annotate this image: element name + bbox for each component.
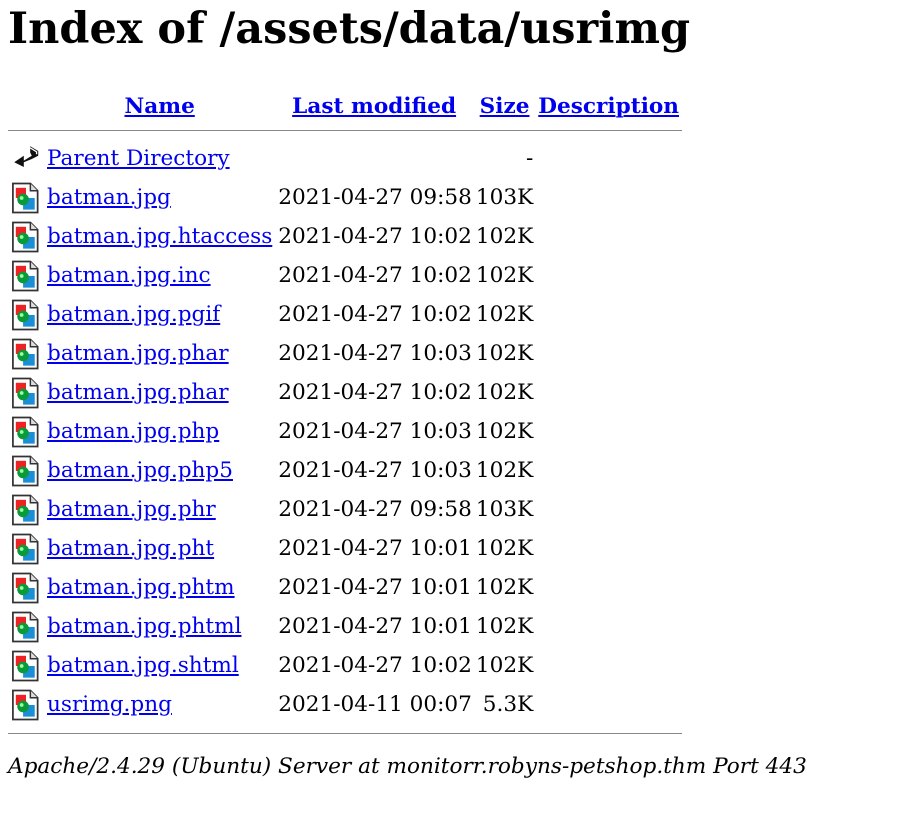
image-file-icon — [11, 689, 43, 721]
image-file-icon — [11, 338, 43, 370]
last-modified: 2021-04-27 10:03 — [278, 458, 472, 483]
sort-by-size-link[interactable]: Size — [480, 94, 530, 119]
last-modified: 2021-04-27 10:02 — [278, 380, 472, 405]
file-row: batman.jpg.phar 2021-04-27 10:03 102K — [8, 334, 682, 373]
last-modified: 2021-04-27 10:01 — [278, 614, 472, 639]
file-row: batman.jpg.inc 2021-04-27 10:02 102K — [8, 256, 682, 295]
file-link[interactable]: batman.jpg.php5 — [47, 458, 233, 483]
image-file-icon — [11, 572, 43, 604]
file-description — [535, 295, 682, 334]
image-file-icon — [11, 455, 43, 487]
last-modified: 2021-04-11 00:07 — [278, 692, 472, 717]
file-row: batman.jpg.phar 2021-04-27 10:02 102K — [8, 373, 682, 412]
parent-directory-row: Parent Directory - — [8, 139, 682, 178]
file-size: 102K — [475, 614, 534, 639]
last-modified: 2021-04-27 10:02 — [278, 263, 472, 288]
file-link[interactable]: batman.jpg.phar — [47, 380, 229, 405]
file-row: batman.jpg.phtm 2021-04-27 10:01 102K — [8, 568, 682, 607]
image-file-icon — [11, 260, 43, 292]
last-modified: 2021-04-27 09:58 — [278, 497, 472, 522]
file-size: 102K — [475, 302, 534, 327]
sort-by-name-link[interactable]: Name — [124, 94, 194, 119]
image-file-icon — [11, 494, 43, 526]
file-description — [535, 256, 682, 295]
file-row: batman.jpg.php 2021-04-27 10:03 102K — [8, 412, 682, 451]
file-link[interactable]: usrimg.png — [47, 692, 172, 717]
file-row: batman.jpg.pht 2021-04-27 10:01 102K — [8, 529, 682, 568]
image-file-icon — [11, 533, 43, 565]
file-row: usrimg.png 2021-04-11 00:07 5.3K — [8, 685, 682, 724]
file-size: 102K — [475, 458, 534, 483]
file-row: batman.jpg.htaccess 2021-04-27 10:02 102K — [8, 217, 682, 256]
divider — [8, 732, 682, 734]
last-modified: 2021-04-27 10:02 — [278, 224, 472, 249]
file-size: 102K — [475, 380, 534, 405]
last-modified: 2021-04-27 10:03 — [278, 341, 472, 366]
file-description — [535, 607, 682, 646]
last-modified: 2021-04-27 10:02 — [278, 302, 472, 327]
image-file-icon — [11, 377, 43, 409]
file-size: 102K — [475, 575, 534, 600]
server-signature: Apache/2.4.29 (Ubuntu) Server at monitor… — [8, 754, 807, 779]
last-modified: 2021-04-27 10:01 — [278, 575, 472, 600]
last-modified: 2021-04-27 10:03 — [278, 419, 472, 444]
file-description — [535, 685, 682, 724]
file-size: - — [525, 146, 534, 171]
file-link[interactable]: batman.jpg.phar — [47, 341, 229, 366]
file-description — [535, 217, 682, 256]
file-link[interactable]: batman.jpg.phtm — [47, 575, 235, 600]
divider — [8, 129, 682, 131]
file-description — [535, 451, 682, 490]
file-link[interactable]: batman.jpg.phtml — [47, 614, 242, 639]
image-file-icon — [11, 416, 43, 448]
file-link[interactable]: batman.jpg.pht — [47, 536, 214, 561]
image-file-icon — [11, 299, 43, 331]
image-file-icon — [11, 611, 43, 643]
file-link[interactable]: batman.jpg.htaccess — [47, 224, 272, 249]
file-description — [535, 334, 682, 373]
image-file-icon — [11, 221, 43, 253]
file-link[interactable]: batman.jpg.pgif — [47, 302, 220, 327]
file-row: batman.jpg.phtml 2021-04-27 10:01 102K — [8, 607, 682, 646]
file-size: 102K — [475, 419, 534, 444]
parent-directory-link[interactable]: Parent Directory — [47, 146, 230, 171]
file-description — [535, 412, 682, 451]
image-file-icon — [11, 650, 43, 682]
file-link[interactable]: batman.jpg — [47, 185, 171, 210]
file-description — [535, 373, 682, 412]
file-description — [535, 646, 682, 685]
file-size: 103K — [475, 185, 534, 210]
file-description — [535, 529, 682, 568]
file-size: 102K — [475, 263, 534, 288]
file-size: 102K — [475, 224, 534, 249]
file-row: batman.jpg.pgif 2021-04-27 10:02 102K — [8, 295, 682, 334]
icon-header — [8, 91, 45, 121]
header-row: Name Last modified Size Description — [8, 91, 682, 121]
file-link[interactable]: batman.jpg.inc — [47, 263, 211, 288]
sort-by-last-modified-link[interactable]: Last modified — [292, 94, 456, 119]
file-row: batman.jpg.shtml 2021-04-27 10:02 102K — [8, 646, 682, 685]
back-arrow-icon — [11, 143, 43, 175]
sort-by-description-link[interactable]: Description — [538, 94, 679, 119]
last-modified: 2021-04-27 10:01 — [278, 536, 472, 561]
last-modified: 2021-04-27 10:02 — [278, 653, 472, 678]
file-size: 102K — [475, 653, 534, 678]
file-size: 103K — [475, 497, 534, 522]
directory-listing: Name Last modified Size Description Pare… — [8, 91, 682, 742]
file-link[interactable]: batman.jpg.php — [47, 419, 219, 444]
file-size: 102K — [475, 341, 534, 366]
file-description — [535, 490, 682, 529]
file-row: batman.jpg.php5 2021-04-27 10:03 102K — [8, 451, 682, 490]
file-description — [535, 568, 682, 607]
last-modified: 2021-04-27 09:58 — [278, 185, 472, 210]
file-link[interactable]: batman.jpg.phr — [47, 497, 216, 522]
file-description — [535, 178, 682, 217]
file-size: 102K — [475, 536, 534, 561]
file-row: batman.jpg 2021-04-27 09:58 103K — [8, 178, 682, 217]
file-size: 5.3K — [482, 692, 534, 717]
page-title: Index of /assets/data/usrimg — [8, 4, 691, 54]
file-link[interactable]: batman.jpg.shtml — [47, 653, 239, 678]
file-row: batman.jpg.phr 2021-04-27 09:58 103K — [8, 490, 682, 529]
image-file-icon — [11, 182, 43, 214]
